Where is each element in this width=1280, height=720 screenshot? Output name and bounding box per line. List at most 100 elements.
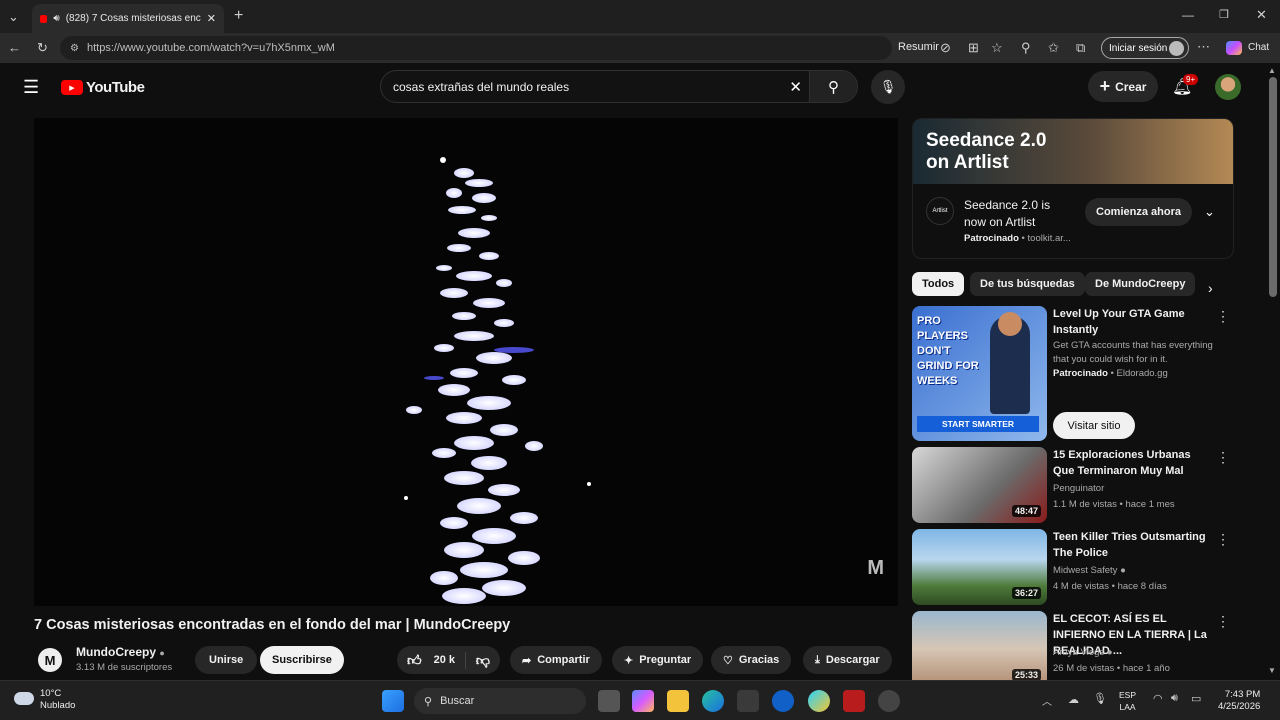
youtube-logo[interactable]: ▶ YouTube xyxy=(61,79,145,96)
collections-icon[interactable]: ⧉ xyxy=(1076,40,1085,56)
battery-icon[interactable]: ▭ xyxy=(1191,692,1201,705)
volume-icon[interactable]: 🔊︎ xyxy=(1171,692,1178,705)
channel-name[interactable]: MundoCreepy ● xyxy=(76,645,165,659)
signin-button[interactable]: Iniciar sesión xyxy=(1101,37,1189,59)
chip-todos[interactable]: Todos xyxy=(912,272,965,296)
youtube-favicon-icon xyxy=(40,14,48,23)
edge-icon[interactable] xyxy=(702,690,724,712)
reload-icon[interactable]: ↻ xyxy=(37,40,48,56)
maximize-icon[interactable]: ❐ xyxy=(1219,8,1229,21)
video-title: 15 Exploraciones Urbanas Que Terminaron … xyxy=(1053,449,1191,477)
favorites-icon[interactable]: ✩ xyxy=(1048,40,1059,56)
settings-gear-icon[interactable] xyxy=(878,690,900,712)
speaker-icon[interactable]: 🔊︎ xyxy=(53,13,59,24)
video-item[interactable]: 36:27 Teen Killer Tries Outsmarting The … xyxy=(912,529,1234,605)
video-thumbnail[interactable]: 36:27 xyxy=(912,529,1047,605)
thanks-button[interactable]: ♡ Gracias xyxy=(711,646,792,674)
join-button[interactable]: Unirse xyxy=(195,646,258,674)
apps-icon[interactable]: ⊞ xyxy=(968,40,979,56)
visit-site-button[interactable]: Visitar sitio xyxy=(1053,412,1135,439)
video-thumbnail[interactable]: 48:47 xyxy=(912,447,1047,523)
favorite-star-icon[interactable]: ☆ xyxy=(991,40,1003,56)
ad-banner[interactable]: Seedance 2.0 on Artlist xyxy=(913,119,1233,184)
more-options-icon[interactable]: ⋮ xyxy=(1216,449,1230,466)
clock[interactable]: 7:43 PM 4/25/2026 xyxy=(1218,689,1260,713)
ad-card[interactable]: Seedance 2.0 on Artlist Artlist Seedance… xyxy=(912,118,1234,259)
more-options-icon[interactable]: ⋮ xyxy=(1216,531,1230,548)
video-channel[interactable]: Penguinator xyxy=(1053,483,1104,494)
chip-de-mundocreepy[interactable]: De MundoCreepy xyxy=(1085,272,1196,296)
video-channel[interactable]: Midwest Safety ● xyxy=(1053,565,1126,576)
share-button[interactable]: ➦ Compartir xyxy=(510,646,602,674)
user-avatar[interactable] xyxy=(1215,74,1241,100)
resumir-button[interactable]: Resumir xyxy=(898,41,939,53)
profile-avatar-icon xyxy=(1169,41,1184,56)
taskbar-search[interactable]: ⚲ Buscar xyxy=(414,688,586,714)
search-button[interactable]: ⚲ xyxy=(809,71,857,102)
scrollbar-thumb[interactable] xyxy=(1269,77,1277,297)
search-input[interactable]: cosas extrañas del mundo reales ✕ ⚲ xyxy=(380,70,858,103)
back-icon[interactable]: ← xyxy=(8,40,21,55)
more-icon[interactable]: ⋯ xyxy=(1197,39,1210,55)
video-thumbnail[interactable]: 25:33 xyxy=(912,611,1047,680)
video-meta: 26 M de vistas • hace 1 año xyxy=(1053,663,1170,674)
channel-avatar[interactable]: M xyxy=(38,648,62,672)
tab-close-icon[interactable]: ✕ xyxy=(207,12,216,25)
tab-list-chevron-icon[interactable]: ⌄ xyxy=(8,9,19,25)
scroll-down-icon[interactable]: ▼ xyxy=(1268,666,1276,675)
create-button[interactable]: + Crear xyxy=(1088,71,1158,102)
new-tab-icon[interactable]: + xyxy=(234,7,243,25)
window-close-icon[interactable]: ✕ xyxy=(1256,7,1267,23)
like-button[interactable]: 👍︎ 20 k 👎︎ xyxy=(397,646,500,674)
copilot-app-icon[interactable] xyxy=(632,690,654,712)
site-info-icon[interactable]: ⚙ xyxy=(70,43,79,54)
file-explorer-icon[interactable] xyxy=(667,690,689,712)
download-button[interactable]: ⤓ Descargar xyxy=(803,646,892,674)
page-scrollbar[interactable]: ▲ ▼ xyxy=(1266,63,1280,680)
menu-icon[interactable]: ☰ xyxy=(23,77,39,98)
sponsored-video-item[interactable]: PRO PLAYERS DON'T GRIND FOR WEEKS START … xyxy=(912,306,1234,441)
cloud-sync-icon[interactable]: ☁ xyxy=(1068,693,1079,706)
video-player[interactable]: M xyxy=(34,118,898,606)
subscribe-button[interactable]: Suscribirse xyxy=(260,646,344,674)
minimize-icon[interactable]: — xyxy=(1182,8,1194,22)
chip-de-tus-busquedas[interactable]: De tus búsquedas xyxy=(970,272,1085,296)
windows-start-icon[interactable] xyxy=(382,690,404,712)
wifi-icon[interactable]: ◠ xyxy=(1153,692,1163,705)
chevron-right-icon[interactable]: › xyxy=(1208,280,1213,296)
chevron-down-icon[interactable]: ⌄ xyxy=(1204,204,1215,220)
chevron-up-icon[interactable]: ︿ xyxy=(1042,693,1052,708)
create-label: Crear xyxy=(1115,79,1147,94)
ask-button[interactable]: ✦ Preguntar xyxy=(612,646,704,674)
weather-widget[interactable]: 10°C Nublado xyxy=(40,688,75,712)
copilot-icon[interactable] xyxy=(1226,41,1242,55)
mcafee-icon[interactable] xyxy=(843,690,865,712)
browser-address-bar: ← ↻ ⚙ https://www.youtube.com/watch?v=u7… xyxy=(0,33,1280,63)
more-options-icon[interactable]: ⋮ xyxy=(1216,308,1230,325)
scroll-up-icon[interactable]: ▲ xyxy=(1268,66,1276,75)
browser-tab-active[interactable]: 🔊︎ (828) 7 Cosas misteriosas enc ✕ xyxy=(32,4,224,33)
task-view-icon[interactable] xyxy=(598,690,620,712)
sponsored-thumbnail[interactable]: PRO PLAYERS DON'T GRIND FOR WEEKS START … xyxy=(912,306,1047,441)
plus-icon: + xyxy=(1099,76,1111,96)
dislike-icon[interactable]: 👎︎ xyxy=(464,651,490,669)
hp-icon[interactable] xyxy=(772,690,794,712)
video-channel[interactable]: Araya Vlogs ● xyxy=(1053,647,1113,658)
summarize-icon[interactable]: ⊘ xyxy=(940,40,951,56)
microphone-icon[interactable]: 🎙︎ xyxy=(1093,692,1107,705)
cloud-icon[interactable] xyxy=(14,692,34,705)
url-field[interactable]: ⚙ https://www.youtube.com/watch?v=u7hX5n… xyxy=(60,36,892,60)
video-item[interactable]: 25:33 EL CECOT: ASÍ ES EL INFIERNO EN LA… xyxy=(912,611,1234,680)
voice-search-button[interactable]: 🎙︎ xyxy=(871,70,905,104)
language-indicator[interactable]: ESP LAA xyxy=(1119,689,1136,713)
video-item[interactable]: 48:47 15 Exploraciones Urbanas Que Termi… xyxy=(912,447,1234,523)
ad-cta-button[interactable]: Comienza ahora xyxy=(1085,198,1192,226)
extensions-icon[interactable]: ⚲ xyxy=(1021,40,1031,56)
clear-search-icon[interactable]: ✕ xyxy=(789,78,802,96)
temperature: 10°C xyxy=(40,688,62,699)
video-meta: 4 M de vistas • hace 8 días xyxy=(1053,581,1167,592)
chat-button[interactable]: Chat xyxy=(1248,42,1269,53)
more-options-icon[interactable]: ⋮ xyxy=(1216,613,1230,630)
store-icon[interactable] xyxy=(737,690,759,712)
app-icon[interactable] xyxy=(808,690,830,712)
